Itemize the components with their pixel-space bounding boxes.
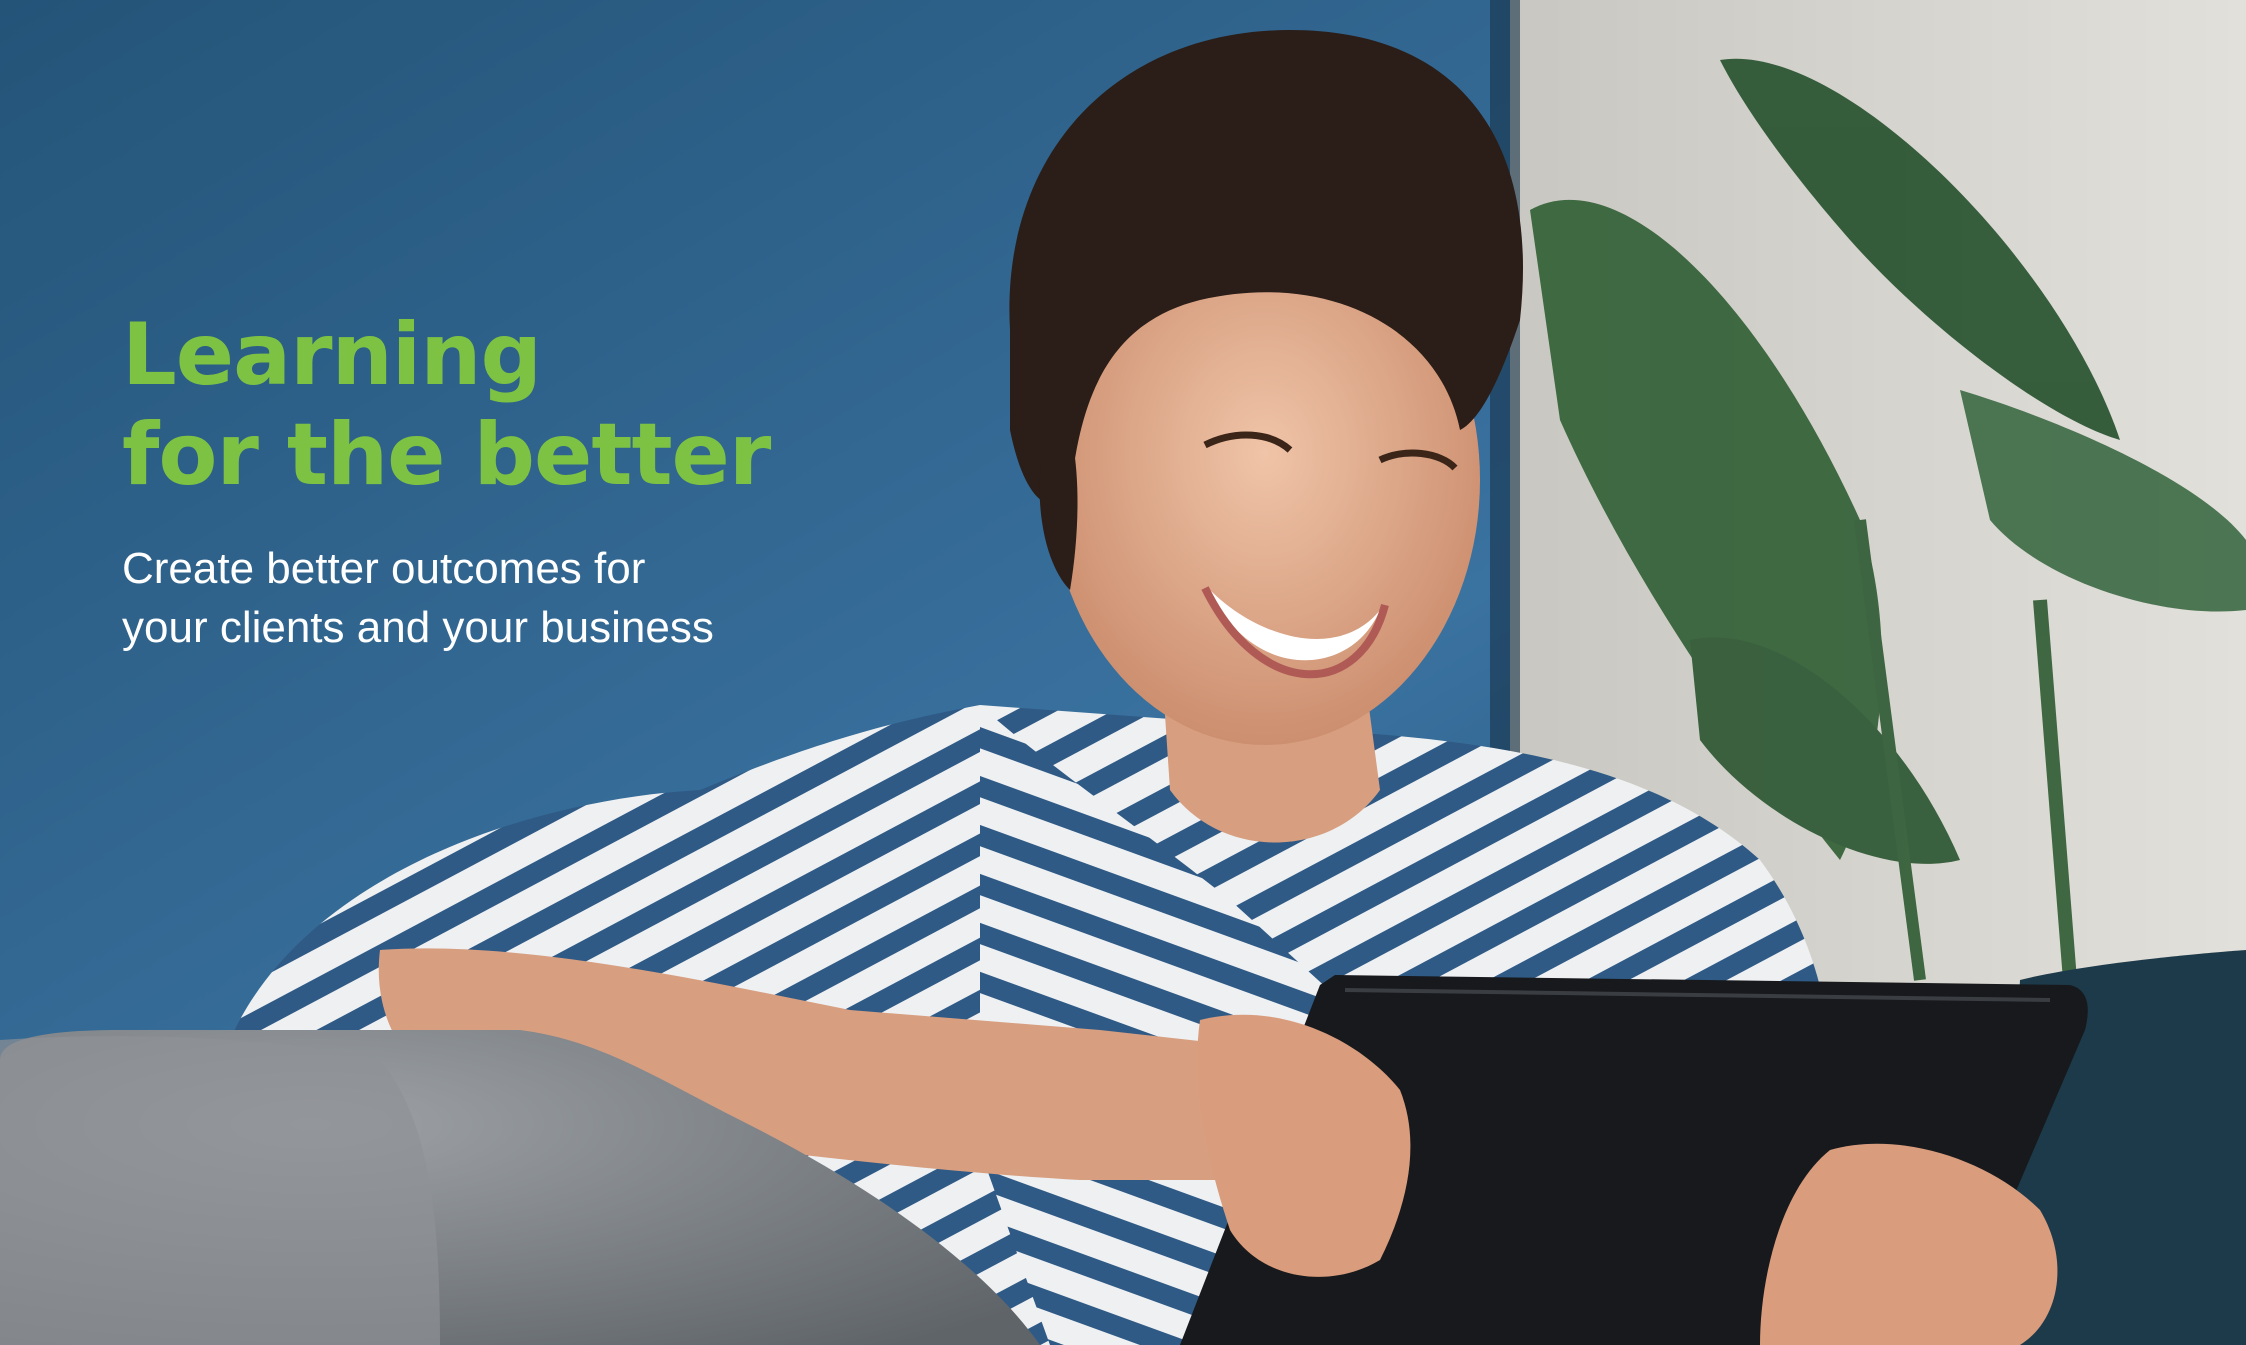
subline-line-1: Create better outcomes for bbox=[122, 544, 646, 593]
hero-banner: Learning for the better Create better ou… bbox=[0, 0, 2246, 1345]
hero-headline: Learning for the better bbox=[122, 305, 1022, 505]
hero-photo bbox=[0, 0, 2246, 1345]
subline-line-2: your clients and your business bbox=[122, 603, 714, 652]
hero-copy: Learning for the better Create better ou… bbox=[122, 305, 1022, 657]
hero-subline: Create better outcomes for your clients … bbox=[122, 539, 1022, 657]
headline-line-1: Learning bbox=[122, 305, 542, 405]
headline-line-2: for the better bbox=[122, 405, 771, 505]
